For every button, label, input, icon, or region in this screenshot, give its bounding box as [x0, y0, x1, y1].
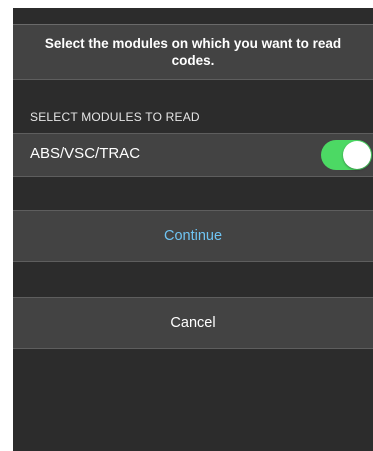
continue-label: Continue	[163, 228, 223, 244]
section-header: SELECT MODULES TO READ	[30, 110, 200, 124]
instruction-text: Select the modules on which you want to …	[44, 36, 342, 68]
continue-button[interactable]: Continue	[13, 210, 373, 262]
module-label: ABS/VSC/TRAC	[30, 145, 141, 162]
cancel-label: Cancel	[170, 315, 216, 331]
module-toggle-switch[interactable]	[321, 140, 372, 170]
module-row-abs-vsc-trac[interactable]: ABS/VSC/TRAC	[13, 133, 373, 177]
instruction-banner: Select the modules on which you want to …	[13, 25, 373, 80]
cancel-button[interactable]: Cancel	[13, 297, 373, 349]
top-strip	[13, 8, 373, 25]
toggle-knob	[343, 141, 371, 169]
module-selection-screen: Select the modules on which you want to …	[13, 8, 373, 451]
